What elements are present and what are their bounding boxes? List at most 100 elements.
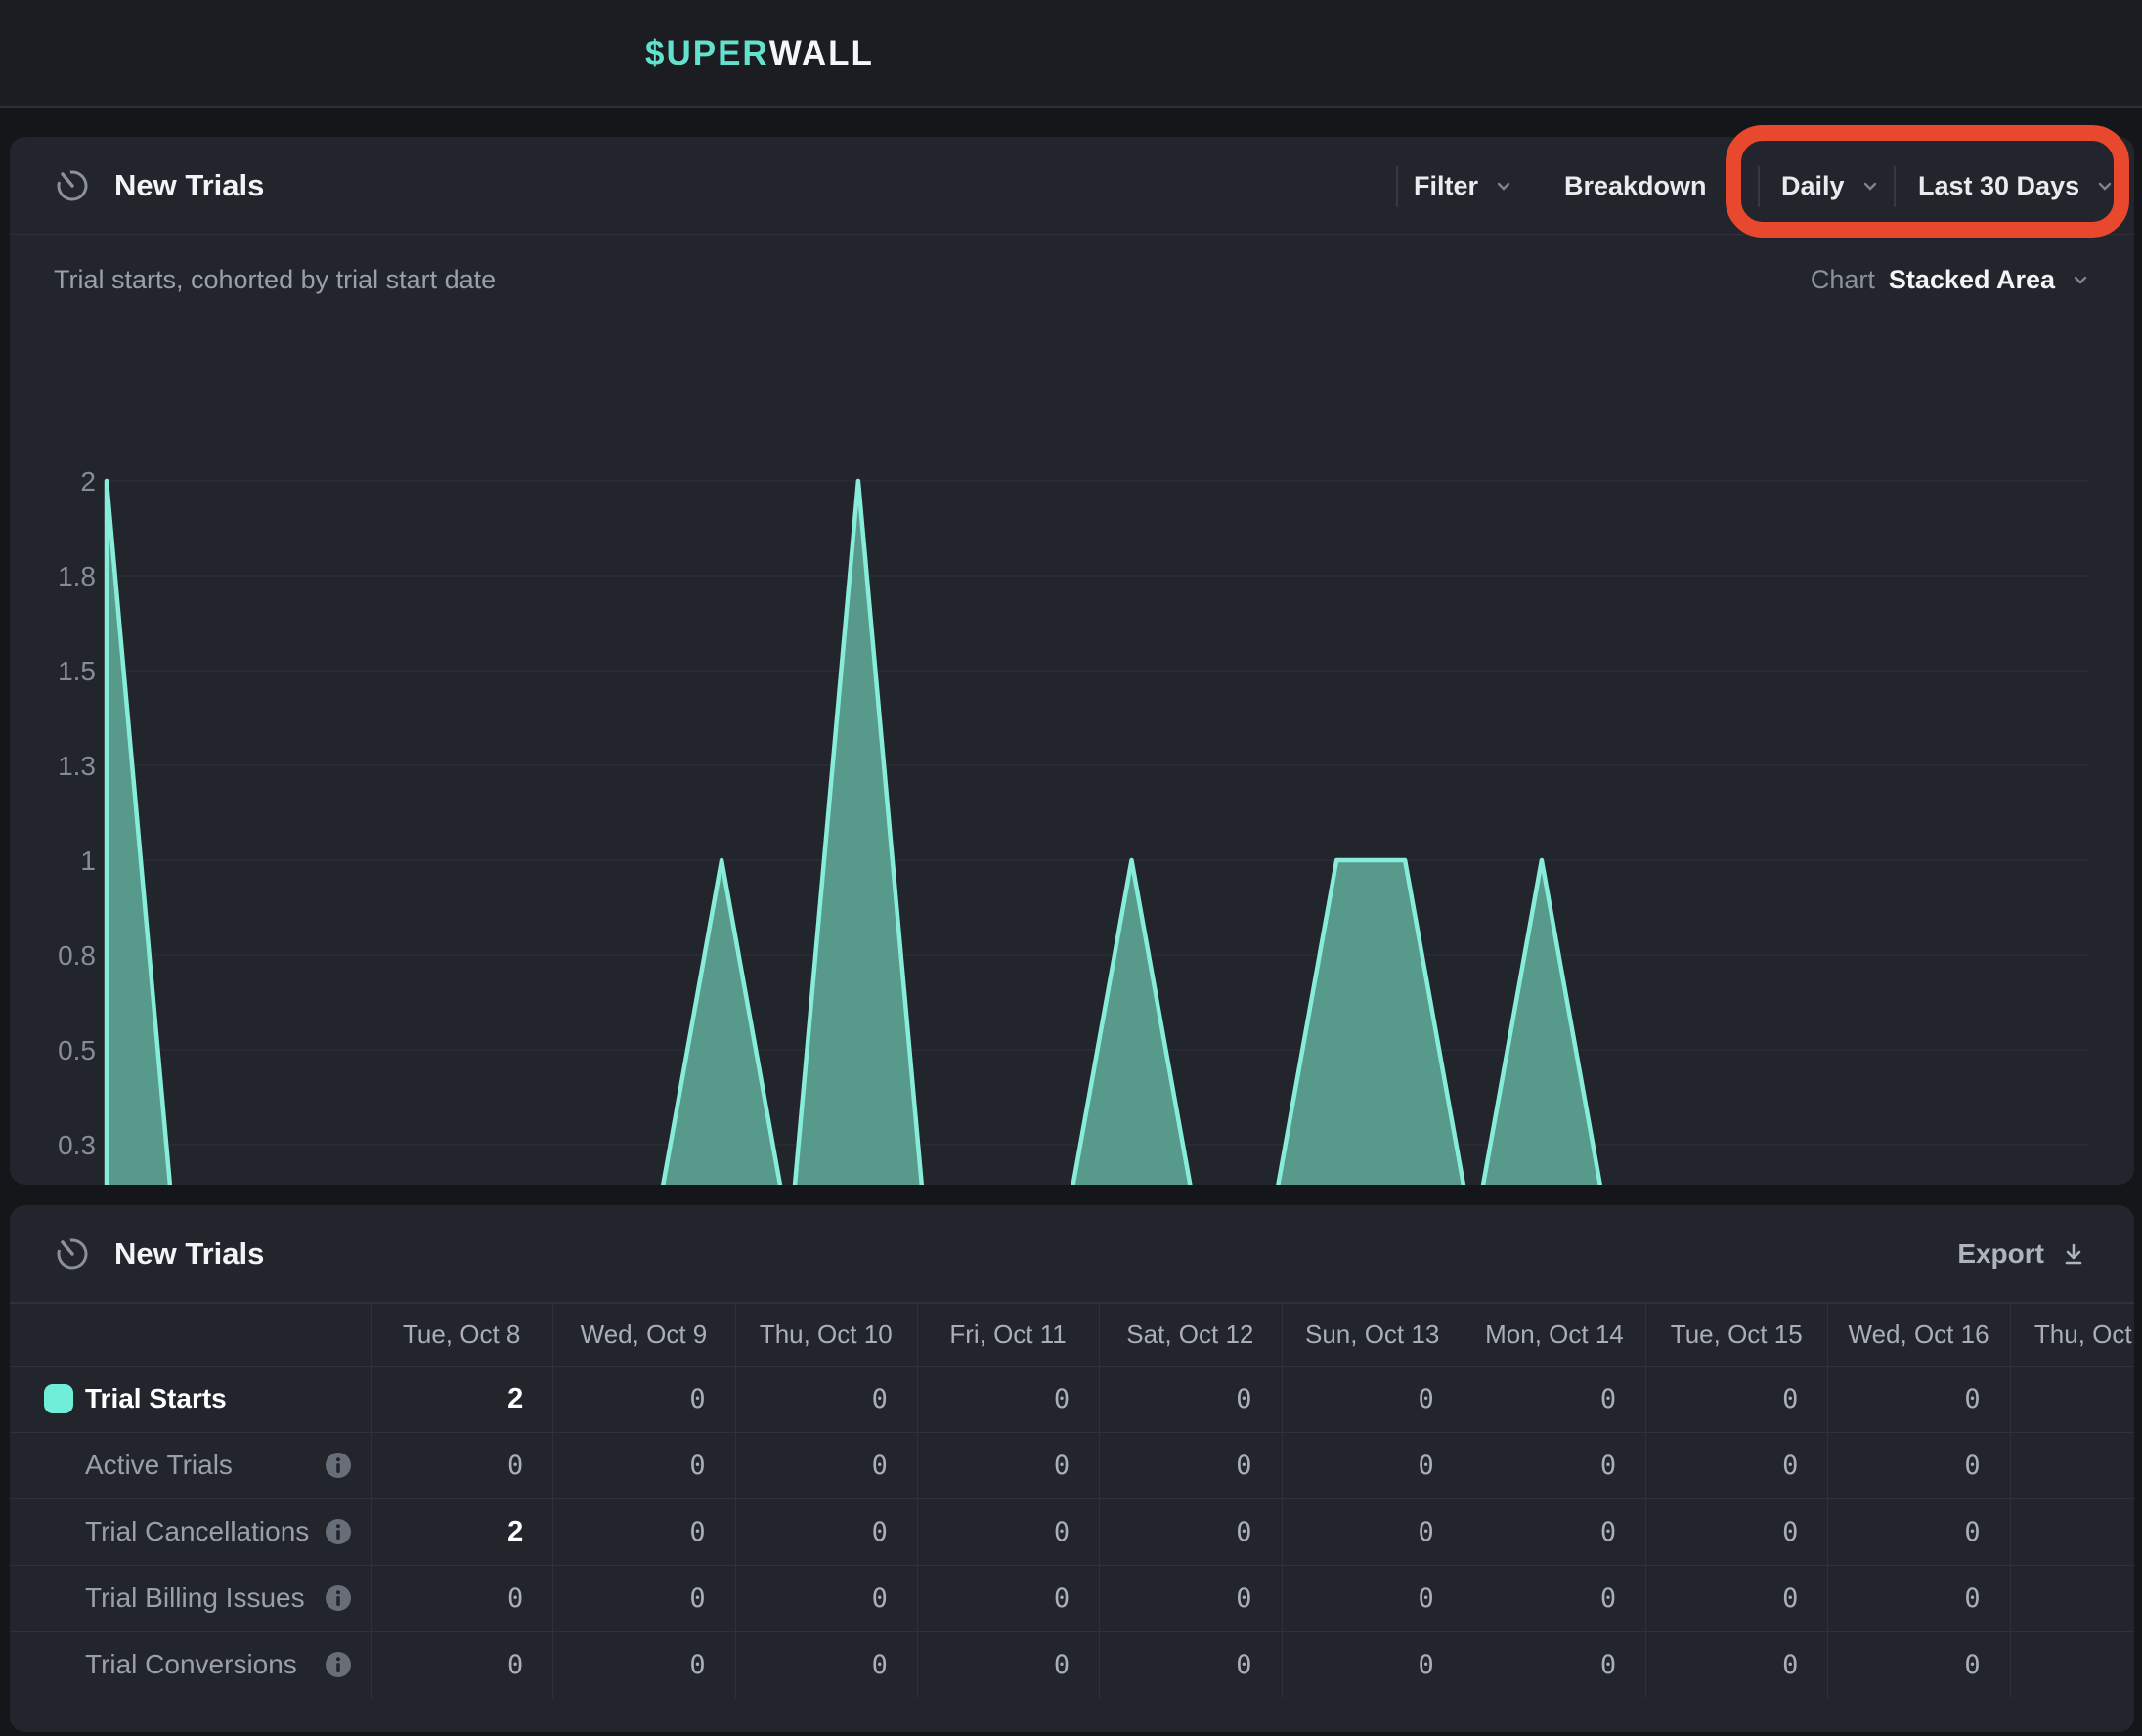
table-cell: 0 xyxy=(1645,1498,1827,1565)
table-column-header: Wed, Oct 9 xyxy=(552,1303,734,1366)
table-cell: 0 xyxy=(552,1366,734,1432)
breakdown-dropdown[interactable]: Breakdown xyxy=(1564,137,1744,235)
row-label-text: Trial Conversions xyxy=(85,1649,297,1680)
filter-label: Filter xyxy=(1414,171,1478,201)
chevron-down-icon xyxy=(1721,174,1744,197)
info-icon[interactable] xyxy=(325,1565,354,1631)
header-divider xyxy=(1894,166,1896,207)
table-cell: 0 xyxy=(1645,1432,1827,1498)
export-button[interactable]: Export xyxy=(1957,1205,2087,1303)
table-cell: 0 xyxy=(917,1565,1099,1631)
chevron-down-icon xyxy=(2069,268,2092,291)
timer-icon xyxy=(54,1234,91,1276)
granularity-dropdown[interactable]: Daily xyxy=(1781,137,1882,235)
table-cell: 0 xyxy=(735,1432,917,1498)
table-column-header: Wed, Oct 16 xyxy=(1827,1303,2009,1366)
table-cell: 0 xyxy=(735,1631,917,1698)
superwall-dashboard: $UPERWALL New Trials Filter Breakdown xyxy=(0,0,2142,1736)
breakdown-label: Breakdown xyxy=(1564,171,1707,201)
table-row-label: Trial Cancellations xyxy=(10,1498,371,1565)
table-cell: 0 xyxy=(1827,1366,2009,1432)
y-axis-tick-label: 0.3 xyxy=(58,1130,96,1160)
table-cell: 0 xyxy=(1099,1432,1281,1498)
table-panel-title: New Trials xyxy=(114,1237,264,1272)
superwall-logo[interactable]: $UPERWALL xyxy=(645,0,874,108)
trials-data-table: Tue, Oct 8Wed, Oct 9Thu, Oct 10Fri, Oct … xyxy=(10,1303,2134,1698)
y-axis-tick-label: 1.8 xyxy=(58,561,96,591)
row-label-text: Trial Cancellations xyxy=(85,1516,309,1547)
table-column-header: Thu, Oct 17 xyxy=(2010,1303,2134,1366)
table-cell: 0 xyxy=(1645,1366,1827,1432)
table-cell: 0 xyxy=(917,1432,1099,1498)
table-cell: 0 xyxy=(917,1366,1099,1432)
row-label-text: Trial Billing Issues xyxy=(85,1583,305,1614)
date-range-label: Last 30 Days xyxy=(1918,171,2079,201)
table-cell: 0 xyxy=(917,1498,1099,1565)
export-label: Export xyxy=(1957,1238,2044,1270)
table-cell: 0 xyxy=(552,1565,734,1631)
table-row-label: Trial Conversions xyxy=(10,1631,371,1698)
table-cell: 0 xyxy=(552,1631,734,1698)
table-column-header: Tue, Oct 15 xyxy=(1645,1303,1827,1366)
y-axis-tick-label: 1.3 xyxy=(58,751,96,781)
table-cell: 0 xyxy=(1099,1631,1281,1698)
chart-subrow: Trial starts, cohorted by trial start da… xyxy=(10,235,2134,325)
table-cell: 0 xyxy=(552,1432,734,1498)
chevron-down-icon xyxy=(2093,174,2117,197)
table-cell: 0 xyxy=(1282,1565,1464,1631)
table-cell: 0 xyxy=(1827,1498,2009,1565)
logo-accent: $UPER xyxy=(645,34,769,73)
table-cell: 0 xyxy=(1827,1432,2009,1498)
series-color-swatch xyxy=(44,1384,73,1413)
info-icon[interactable] xyxy=(325,1631,354,1698)
new-trials-chart-panel: New Trials Filter Breakdown Daily Last 3… xyxy=(10,137,2134,1185)
table-cell: 0 xyxy=(371,1631,552,1698)
table-cell: 2 xyxy=(371,1498,552,1565)
table-cell: 0 xyxy=(917,1631,1099,1698)
table-cell: 0 xyxy=(1099,1498,1281,1565)
table-cell: 0 xyxy=(735,1498,917,1565)
top-navigation-bar: $UPERWALL xyxy=(0,0,2142,108)
chevron-down-icon xyxy=(1858,174,1882,197)
table-panel-header: New Trials Export xyxy=(10,1205,2134,1303)
date-range-dropdown[interactable]: Last 30 Days xyxy=(1918,137,2117,235)
table-cell: 0 xyxy=(1827,1565,2009,1631)
row-label-text: Trial Starts xyxy=(85,1383,227,1414)
info-icon[interactable] xyxy=(325,1498,354,1565)
table-cell: 0 xyxy=(1282,1366,1464,1432)
header-divider xyxy=(1396,166,1398,207)
table-cell: 0 xyxy=(1645,1631,1827,1698)
stacked-area-chart: 00.30.50.811.31.51.82Thu, Oct 10Sun, Oct… xyxy=(10,325,2134,1185)
y-axis-tick-label: 1 xyxy=(80,846,96,876)
table-cell: 0 xyxy=(1282,1498,1464,1565)
chart-panel-title: New Trials xyxy=(114,168,264,203)
chevron-down-icon xyxy=(1492,174,1515,197)
table-cell: 0 xyxy=(552,1498,734,1565)
y-axis-tick-label: 0.8 xyxy=(58,940,96,971)
area-fill xyxy=(107,481,2088,1185)
granularity-label: Daily xyxy=(1781,171,1845,201)
table-cell: 0 xyxy=(371,1565,552,1631)
table-cell: 2 xyxy=(371,1366,552,1432)
table-column-header: Tue, Oct 8 xyxy=(371,1303,552,1366)
table-row-label: Trial Starts xyxy=(10,1366,371,1432)
table-cell: 0 xyxy=(1645,1565,1827,1631)
table-cell: 0 xyxy=(1464,1631,1645,1698)
chart-subtitle: Trial starts, cohorted by trial start da… xyxy=(54,235,496,325)
y-axis-tick-label: 1.5 xyxy=(58,656,96,686)
table-column-header: Mon, Oct 14 xyxy=(1464,1303,1645,1366)
table-cell: 0 xyxy=(1099,1565,1281,1631)
table-row-label: Active Trials xyxy=(10,1432,371,1498)
logo-rest: WALL xyxy=(769,34,874,73)
table-cell: 0 xyxy=(1282,1432,1464,1498)
table-cell: 0 xyxy=(1827,1631,2009,1698)
table-column-header: Thu, Oct 10 xyxy=(735,1303,917,1366)
table-column-header: Sat, Oct 12 xyxy=(1099,1303,1281,1366)
new-trials-table-panel: New Trials Export Tue, Oct 8Wed, Oct 9Th… xyxy=(10,1205,2134,1732)
table-cell: 0 xyxy=(1464,1366,1645,1432)
table-cell: 0 xyxy=(735,1366,917,1432)
chart-type-dropdown[interactable]: Chart Stacked Area xyxy=(1811,235,2092,325)
info-icon[interactable] xyxy=(325,1432,354,1498)
filter-dropdown[interactable]: Filter xyxy=(1414,137,1515,235)
chart-type-value: Stacked Area xyxy=(1889,265,2055,295)
